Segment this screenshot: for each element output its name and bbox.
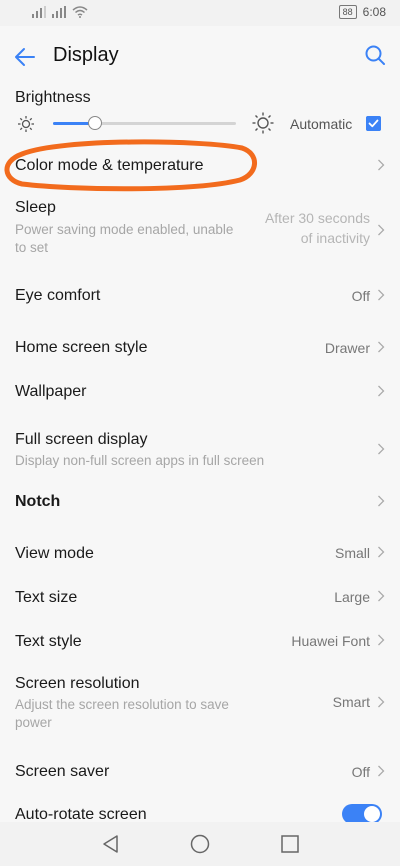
app-header: Display bbox=[0, 26, 400, 86]
row-value: Huawei Font bbox=[291, 633, 370, 649]
auto-rotate-toggle[interactable] bbox=[342, 804, 382, 824]
row-subtitle-line: power bbox=[15, 715, 52, 730]
row-subtitle-line: Power saving mode enabled, unable bbox=[15, 222, 234, 237]
chevron-right-icon bbox=[378, 495, 385, 507]
signal-icon-2 bbox=[52, 6, 66, 18]
chevron-right-icon bbox=[378, 443, 385, 455]
row-subtitle-line: Adjust the screen resolution to save bbox=[15, 697, 229, 712]
row-title: Full screen display bbox=[15, 431, 148, 448]
row-eye-comfort[interactable]: Eye comfort Off bbox=[0, 272, 400, 318]
row-value: Drawer bbox=[324, 340, 370, 356]
status-bar: 88 6:08 bbox=[0, 0, 400, 26]
highlight-ring bbox=[4, 139, 257, 192]
chevron-right-icon bbox=[378, 696, 385, 708]
row-value: Small bbox=[334, 545, 370, 561]
chevron-right-icon bbox=[378, 590, 385, 602]
row-title: Screen saver bbox=[15, 763, 110, 780]
row-value: Smart bbox=[332, 694, 370, 710]
row-screen-saver[interactable]: Screen saver Off bbox=[0, 748, 400, 794]
row-value-line: of inactivity bbox=[300, 230, 370, 246]
row-subtitle: Power saving mode enabled, unable to set bbox=[15, 221, 233, 257]
brightness-slider-thumb[interactable] bbox=[88, 116, 103, 130]
row-text-style[interactable]: Text style Huawei Font bbox=[0, 618, 400, 664]
nav-recent-icon[interactable] bbox=[280, 834, 300, 854]
brightness-title: Brightness bbox=[15, 89, 91, 106]
chevron-right-icon bbox=[378, 634, 385, 646]
wifi-icon bbox=[72, 6, 88, 18]
row-view-mode[interactable]: View mode Small bbox=[0, 530, 400, 576]
navigation-bar bbox=[0, 822, 400, 866]
search-icon[interactable] bbox=[364, 44, 386, 66]
row-subtitle: Display non-full screen apps in full scr… bbox=[15, 453, 265, 468]
row-subtitle: Adjust the screen resolution to save pow… bbox=[15, 696, 229, 732]
row-text-size[interactable]: Text size Large bbox=[0, 574, 400, 620]
signal-icon bbox=[32, 6, 46, 18]
clock: 6:08 bbox=[362, 5, 386, 19]
row-value-line: After 30 seconds bbox=[264, 210, 370, 226]
row-title: View mode bbox=[15, 545, 94, 562]
row-title: Text style bbox=[15, 633, 82, 650]
nav-home-icon[interactable] bbox=[190, 834, 210, 854]
row-title: Home screen style bbox=[15, 339, 148, 356]
chevron-right-icon bbox=[378, 159, 385, 171]
chevron-right-icon bbox=[378, 341, 385, 353]
row-value: Off bbox=[351, 288, 370, 304]
row-notch[interactable]: Notch bbox=[0, 478, 400, 524]
row-title: Screen resolution bbox=[15, 675, 140, 692]
brightness-slider[interactable] bbox=[53, 116, 236, 130]
row-title: Text size bbox=[15, 589, 78, 606]
automatic-label: Automatic bbox=[290, 116, 353, 132]
chevron-right-icon bbox=[378, 289, 385, 301]
row-value: After 30 seconds of inactivity bbox=[265, 208, 370, 248]
chevron-right-icon bbox=[378, 385, 385, 397]
row-value: Off bbox=[351, 764, 370, 780]
chevron-right-icon bbox=[378, 546, 385, 558]
row-title: Notch bbox=[15, 493, 61, 510]
row-value: Large bbox=[334, 589, 370, 605]
row-title: Eye comfort bbox=[15, 287, 101, 304]
row-home-screen-style[interactable]: Home screen style Drawer bbox=[0, 324, 400, 370]
chevron-right-icon bbox=[378, 765, 385, 777]
toggle-knob bbox=[364, 806, 380, 822]
page-title: Display bbox=[53, 44, 119, 66]
chevron-right-icon bbox=[378, 224, 385, 236]
automatic-checkbox[interactable] bbox=[366, 116, 381, 131]
row-sleep[interactable]: Sleep Power saving mode enabled, unable … bbox=[0, 192, 400, 268]
sun-icon-large bbox=[252, 112, 274, 134]
row-subtitle-line: to set bbox=[15, 240, 49, 255]
back-arrow-icon[interactable] bbox=[12, 44, 38, 70]
row-wallpaper[interactable]: Wallpaper bbox=[0, 368, 400, 414]
row-title: Wallpaper bbox=[15, 383, 87, 400]
status-signals bbox=[32, 6, 88, 18]
sun-icon bbox=[18, 116, 34, 132]
battery-icon: 88 bbox=[338, 5, 357, 19]
status-right: 88 6:08 bbox=[338, 5, 386, 19]
row-title: Sleep bbox=[15, 199, 56, 216]
row-screen-resolution[interactable]: Screen resolution Adjust the screen reso… bbox=[0, 666, 400, 742]
nav-back-icon[interactable] bbox=[101, 834, 121, 854]
row-full-screen-display[interactable]: Full screen display Display non-full scr… bbox=[0, 420, 400, 478]
